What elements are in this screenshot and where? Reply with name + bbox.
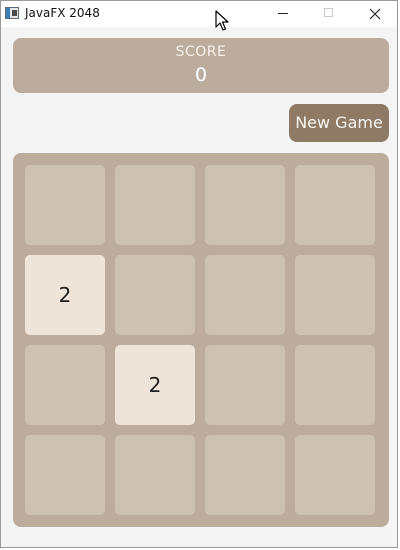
app-icon [5, 7, 19, 19]
empty-cell [295, 165, 375, 245]
window-title: JavaFX 2048 [25, 6, 100, 20]
new-game-button[interactable]: New Game [289, 104, 389, 142]
empty-cell [25, 345, 105, 425]
empty-cell [25, 165, 105, 245]
title-bar[interactable]: JavaFX 2048 [1, 1, 397, 27]
score-label: SCORE [175, 44, 227, 60]
empty-cell [295, 255, 375, 335]
empty-cell [115, 435, 195, 515]
close-icon [369, 8, 381, 20]
score-value: 0 [194, 64, 208, 86]
empty-cell [205, 345, 285, 425]
app-window: JavaFX 2048 SCORE 0 New Game 2 2 [0, 0, 398, 548]
score-panel: SCORE 0 [13, 38, 389, 93]
close-button[interactable] [352, 1, 398, 27]
empty-cell [205, 435, 285, 515]
empty-cell [205, 255, 285, 335]
game-board[interactable]: 2 2 [13, 153, 389, 527]
empty-cell [115, 165, 195, 245]
empty-cell [295, 435, 375, 515]
empty-cell [115, 255, 195, 335]
minimize-button[interactable] [260, 1, 306, 27]
empty-cell [205, 165, 285, 245]
empty-cell [295, 345, 375, 425]
tile-2: 2 [25, 255, 105, 335]
tile-2: 2 [115, 345, 195, 425]
cursor-icon [215, 10, 229, 31]
empty-cell [25, 435, 105, 515]
maximize-button[interactable] [306, 1, 352, 27]
